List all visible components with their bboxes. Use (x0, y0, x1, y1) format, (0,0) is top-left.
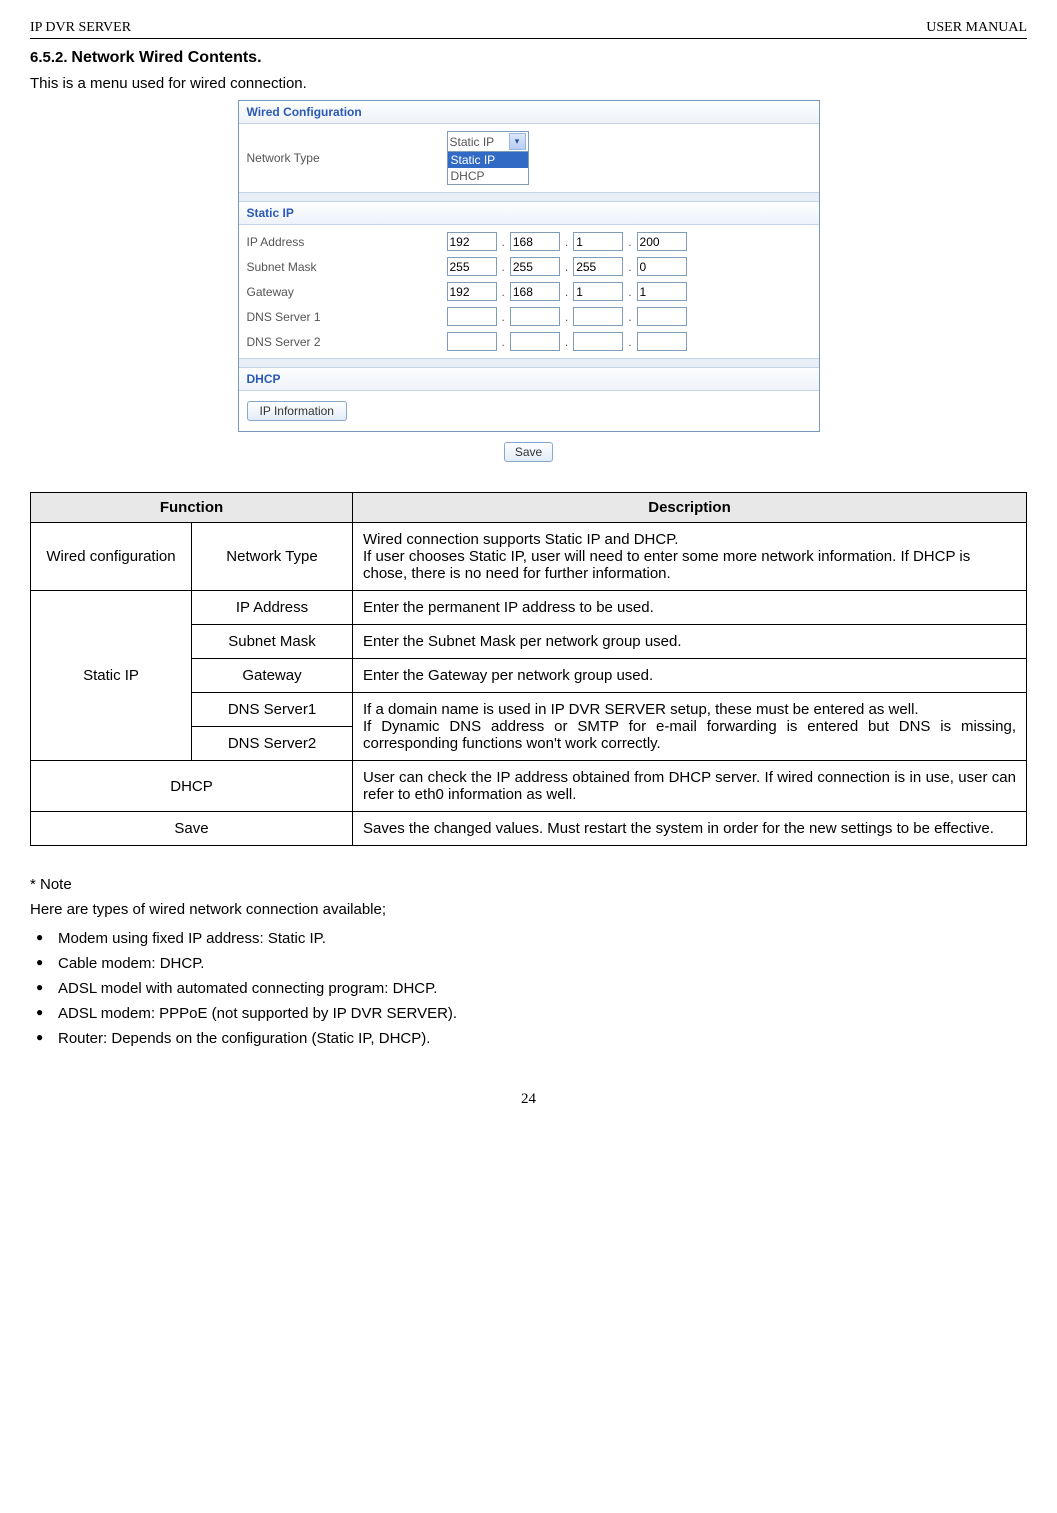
table-row: Wired configuration Network Type Wired c… (31, 523, 1027, 591)
notes-intro: Here are types of wired network connecti… (30, 901, 1027, 918)
section-title: Network Wired Contents. (71, 49, 261, 66)
ip-d[interactable] (637, 232, 687, 251)
dns1-label: DNS Server 1 (247, 310, 447, 324)
cell-desc: Enter the permanent IP address to be use… (353, 591, 1027, 625)
cell-dhcp: DHCP (31, 761, 353, 812)
section-number: 6.5.2. (30, 49, 68, 66)
mask-d[interactable] (637, 257, 687, 276)
dns2-d[interactable] (637, 332, 687, 351)
cell-gateway: Gateway (192, 659, 353, 693)
panel-dhcp-title: DHCP (239, 368, 819, 391)
notes-title: * Note (30, 876, 1027, 893)
page-header: IP DVR SERVER USER MANUAL (30, 20, 1027, 39)
gw-a[interactable] (447, 282, 497, 301)
ip-information-button[interactable]: IP Information (247, 401, 347, 421)
subnet-label: Subnet Mask (247, 260, 447, 274)
network-type-label: Network Type (247, 151, 447, 165)
cell-network-type: Network Type (192, 523, 353, 591)
cell-desc: If a domain name is used in IP DVR SERVE… (353, 693, 1027, 761)
list-item: Modem using fixed IP address: Static IP. (30, 926, 1027, 951)
mask-a[interactable] (447, 257, 497, 276)
list-item: Cable modem: DHCP. (30, 951, 1027, 976)
gw-d[interactable] (637, 282, 687, 301)
dns1-d[interactable] (637, 307, 687, 326)
gw-c[interactable] (573, 282, 623, 301)
notes-section: * Note Here are types of wired network c… (30, 876, 1027, 1051)
th-function: Function (31, 493, 353, 523)
header-left: IP DVR SERVER (30, 20, 131, 36)
page-number: 24 (30, 1091, 1027, 1108)
gateway-label: Gateway (247, 285, 447, 299)
cell-save: Save (31, 812, 353, 846)
cell-desc: Enter the Gateway per network group used… (353, 659, 1027, 693)
ip-c[interactable] (573, 232, 623, 251)
save-button[interactable]: Save (504, 442, 553, 462)
panel-wired-config-title: Wired Configuration (239, 101, 819, 124)
mask-b[interactable] (510, 257, 560, 276)
dns1-b[interactable] (510, 307, 560, 326)
table-row: DHCP User can check the IP address obtai… (31, 761, 1027, 812)
header-right: USER MANUAL (926, 20, 1027, 36)
table-row: Save Saves the changed values. Must rest… (31, 812, 1027, 846)
cell-ip-address: IP Address (192, 591, 353, 625)
mask-c[interactable] (573, 257, 623, 276)
cell-desc: User can check the IP address obtained f… (353, 761, 1027, 812)
select-value: Static IP (450, 135, 495, 149)
panel-static-ip-title: Static IP (239, 202, 819, 225)
cell-subnet: Subnet Mask (192, 625, 353, 659)
dns1-a[interactable] (447, 307, 497, 326)
list-item: Router: Depends on the configuration (St… (30, 1026, 1027, 1051)
cell-desc: Saves the changed values. Must restart t… (353, 812, 1027, 846)
section-heading: 6.5.2. Network Wired Contents. (30, 49, 1027, 67)
table-row: Static IP IP Address Enter the permanent… (31, 591, 1027, 625)
gw-b[interactable] (510, 282, 560, 301)
dns2-c[interactable] (573, 332, 623, 351)
intro-text: This is a menu used for wired connection… (30, 75, 1027, 92)
th-description: Description (353, 493, 1027, 523)
ip-address-label: IP Address (247, 235, 447, 249)
cell-desc: Wired connection supports Static IP and … (353, 523, 1027, 591)
cell-dns1: DNS Server1 (192, 693, 353, 727)
cell-dns2: DNS Server2 (192, 727, 353, 761)
cell-static-ip: Static IP (31, 591, 192, 761)
dns1-c[interactable] (573, 307, 623, 326)
ip-b[interactable] (510, 232, 560, 251)
dns2-a[interactable] (447, 332, 497, 351)
select-option-dhcp[interactable]: DHCP (448, 168, 528, 184)
dns2-b[interactable] (510, 332, 560, 351)
network-type-select[interactable]: Static IP ▾ Static IP DHCP (447, 131, 529, 185)
cell-wired-config: Wired configuration (31, 523, 192, 591)
ip-a[interactable] (447, 232, 497, 251)
dns2-label: DNS Server 2 (247, 335, 447, 349)
cell-desc: Enter the Subnet Mask per network group … (353, 625, 1027, 659)
list-item: ADSL modem: PPPoE (not supported by IP D… (30, 1001, 1027, 1026)
config-screenshot: Wired Configuration Network Type Static … (238, 100, 820, 432)
select-option-static[interactable]: Static IP (448, 152, 528, 168)
description-table: Function Description Wired configuration… (30, 492, 1027, 846)
chevron-down-icon[interactable]: ▾ (509, 133, 526, 150)
list-item: ADSL model with automated connecting pro… (30, 976, 1027, 1001)
